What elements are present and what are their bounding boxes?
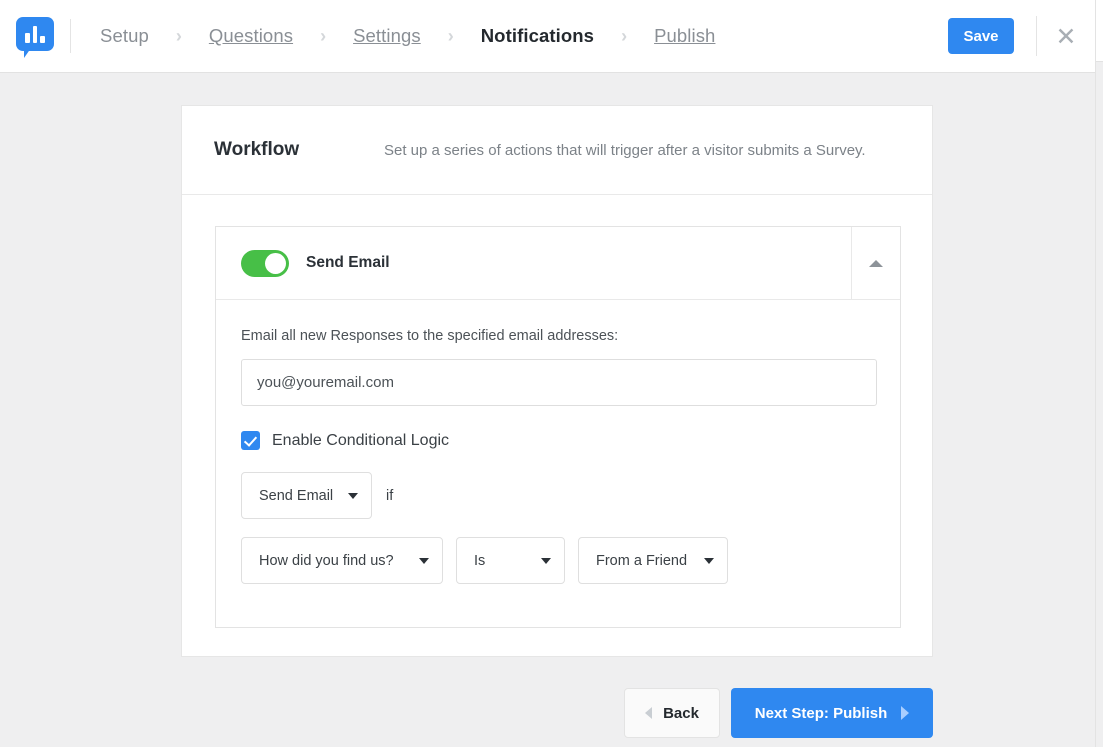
breadcrumb: Setup › Questions › Settings › Notificat… [99, 0, 948, 73]
send-email-title: Send Email [306, 254, 390, 272]
logo-bubble-shape [16, 17, 54, 51]
breadcrumb-step-notifications[interactable]: Notifications [480, 25, 595, 47]
enable-conditional-logic-row[interactable]: Enable Conditional Logic [241, 431, 875, 450]
if-text: if [386, 488, 393, 504]
question-select[interactable]: How did you find us? [241, 537, 443, 584]
scrollbar-track[interactable] [1095, 0, 1103, 747]
chevron-down-icon [419, 558, 429, 564]
page-title: Workflow [214, 139, 384, 161]
answer-value-select[interactable]: From a Friend [578, 537, 728, 584]
conditional-action-row: Send Email if [241, 472, 875, 519]
enable-conditional-logic-label: Enable Conditional Logic [272, 432, 449, 450]
operator-select[interactable]: Is [456, 537, 565, 584]
breadcrumb-separator-4: › [621, 26, 627, 47]
next-step-button[interactable]: Next Step: Publish [731, 688, 933, 738]
action-select-value: Send Email [259, 488, 333, 504]
question-select-value: How did you find us? [259, 553, 394, 569]
breadcrumb-step-setup[interactable]: Setup [99, 25, 150, 47]
send-email-toggle[interactable] [241, 250, 289, 277]
breadcrumb-separator-1: › [176, 26, 182, 47]
app-header: Setup › Questions › Settings › Notificat… [0, 0, 1095, 73]
chevron-right-icon [901, 706, 909, 720]
breadcrumb-step-questions[interactable]: Questions [208, 25, 294, 47]
logo-bar-3 [40, 36, 45, 43]
chevron-down-icon [541, 558, 551, 564]
survey-logo-icon [16, 17, 54, 55]
enable-conditional-logic-checkbox[interactable] [241, 431, 260, 450]
logo-bar-chart-shape [25, 26, 45, 43]
breadcrumb-separator-3: › [448, 26, 454, 47]
email-field-label: Email all new Responses to the specified… [241, 328, 875, 344]
page-subtitle: Set up a series of actions that will tri… [384, 142, 866, 159]
logo-bar-1 [25, 33, 30, 43]
send-email-panel-header-left: Send Email [216, 227, 851, 299]
back-button[interactable]: Back [624, 688, 720, 738]
breadcrumb-separator-2: › [320, 26, 326, 47]
next-step-button-label: Next Step: Publish [755, 705, 888, 722]
breadcrumb-step-publish[interactable]: Publish [653, 25, 716, 47]
workflow-card: Workflow Set up a series of actions that… [181, 105, 933, 657]
email-addresses-input[interactable] [241, 359, 877, 406]
send-email-panel-header: Send Email [216, 227, 900, 300]
logo-bar-2 [33, 26, 38, 43]
save-button[interactable]: Save [948, 18, 1014, 54]
logo-bubble-tail [24, 48, 38, 58]
send-email-panel-body: Email all new Responses to the specified… [216, 300, 900, 584]
collapse-panel-button[interactable] [851, 227, 900, 299]
action-select[interactable]: Send Email [241, 472, 372, 519]
close-icon[interactable]: ✕ [1037, 0, 1095, 73]
chevron-down-icon [704, 558, 714, 564]
breadcrumb-step-settings[interactable]: Settings [352, 25, 422, 47]
scrollbar-top-cap [1096, 0, 1103, 62]
conditional-rule-row: How did you find us? Is From a Friend [241, 537, 875, 584]
toggle-knob [265, 253, 286, 274]
answer-value-select-value: From a Friend [596, 553, 687, 569]
caret-up-icon [869, 260, 883, 267]
logo-container [0, 0, 70, 73]
chevron-left-icon [645, 707, 652, 719]
operator-select-value: Is [474, 553, 485, 569]
back-button-label: Back [663, 705, 699, 722]
workflow-card-header: Workflow Set up a series of actions that… [182, 106, 932, 195]
header-divider [70, 19, 71, 53]
chevron-down-icon [348, 493, 358, 499]
wizard-footer: Back Next Step: Publish [0, 688, 1095, 738]
send-email-action-panel: Send Email Email all new Responses to th… [215, 226, 901, 628]
